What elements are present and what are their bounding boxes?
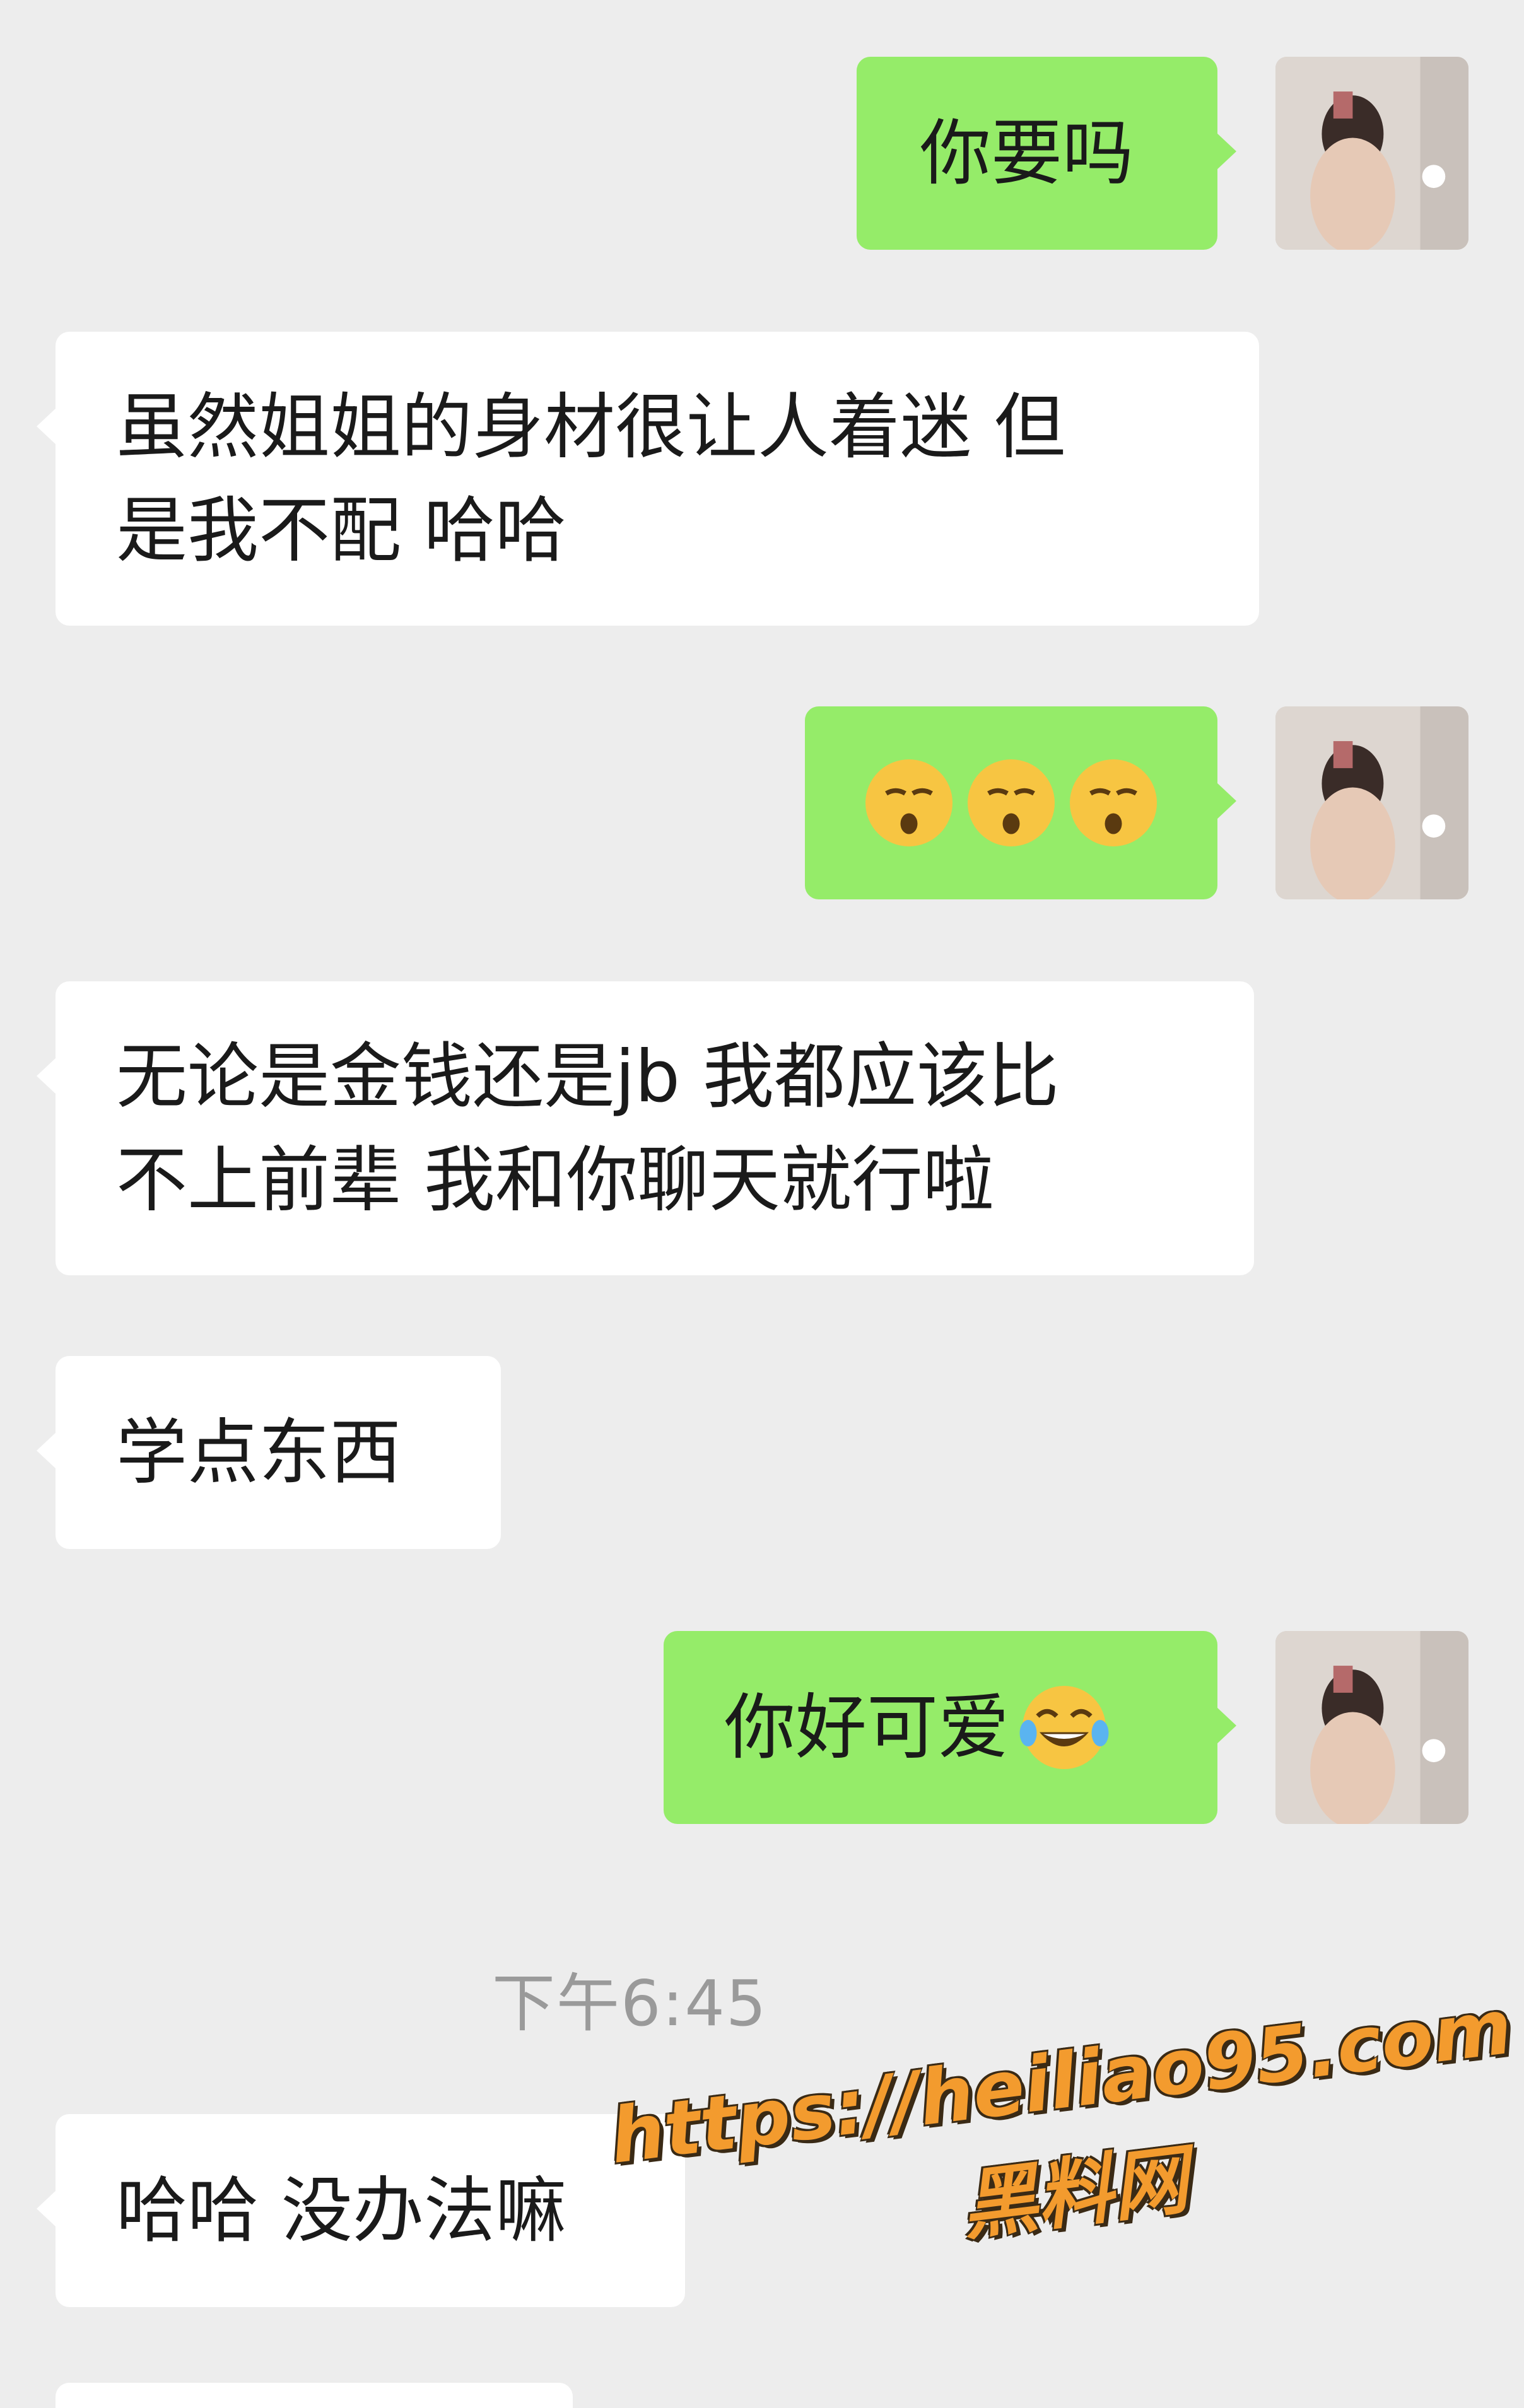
message-bubble-incoming[interactable]: 无论是金钱还是jb 我都应该比 不上前辈 我和你聊天就行啦: [37, 981, 1254, 1275]
message-text: 哈哈 没办法嘛: [116, 2169, 566, 2252]
message-text: 无论是金钱还是jb 我都应该比: [116, 1035, 1060, 1118]
timestamp: 下午6:45: [492, 1967, 768, 2040]
message-bubble-incoming[interactable]: 虽然姐姐的身材很让人着迷 但 是我不配 哈哈: [37, 332, 1259, 626]
message-bubble-incoming[interactable]: 学点东西: [37, 1356, 501, 1549]
message-bubble-outgoing[interactable]: 你要吗: [857, 57, 1236, 250]
message-text: 虽然姐姐的身材很让人着迷 但: [116, 385, 1065, 469]
bubble-tail: [1216, 1707, 1236, 1745]
bubble-tail: [37, 2190, 57, 2228]
sleepy-face-emoji: [865, 759, 952, 846]
bubble-tail: [37, 407, 57, 445]
message-text: 你好可爱: [724, 1686, 1009, 1769]
message-bubble-incoming[interactable]: 哈哈 没办法嘛: [37, 2114, 685, 2307]
bubble-tail: [37, 1057, 57, 1095]
message-bubble-outgoing[interactable]: 你好可爱: [664, 1631, 1236, 1824]
message-bubble-outgoing[interactable]: [805, 706, 1236, 899]
bubble-tail: [37, 1432, 57, 1470]
message-text: 是我不配 哈哈: [116, 489, 566, 572]
avatar[interactable]: [1275, 1631, 1468, 1824]
message-text: 学点东西: [116, 1411, 401, 1494]
avatar[interactable]: [1275, 57, 1468, 250]
message-bubble-incoming-partial: [56, 2383, 573, 2408]
message-text: 你要吗: [920, 112, 1134, 195]
avatar[interactable]: [1275, 706, 1468, 899]
bubble-tail: [1216, 132, 1236, 170]
sleepy-face-emoji: [968, 759, 1055, 846]
message-text: 不上前辈 我和你聊天就行啦: [116, 1138, 994, 1222]
tears-of-joy-emoji: [1019, 1686, 1109, 1769]
bubble-tail: [1216, 782, 1236, 820]
sleepy-face-emoji: [1070, 759, 1157, 846]
